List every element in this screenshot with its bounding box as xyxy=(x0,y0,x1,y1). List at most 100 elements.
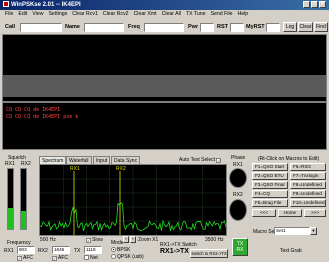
display-tabs: Spectrum Waterfall Input Data Sync xyxy=(39,156,179,164)
bpsk-radio[interactable] xyxy=(111,247,116,252)
squelch-rx2-label: RX2 xyxy=(21,161,31,167)
macro-f8-button[interactable]: F8=Undefined xyxy=(290,181,326,189)
zoom-up-button[interactable]: › xyxy=(130,236,136,243)
freq-low-label: 500 Hz xyxy=(40,237,56,243)
macro-f6-button[interactable]: F6=RSG xyxy=(290,163,326,171)
menu-help[interactable]: Help xyxy=(237,10,248,19)
macro-set-select[interactable]: Set1 xyxy=(274,227,310,235)
auto-text-select[interactable]: Auto Text Select ✓ xyxy=(179,157,222,163)
tab-spectrum[interactable]: Spectrum xyxy=(39,156,67,164)
log-button[interactable]: Log xyxy=(283,22,297,32)
tab-data-sync[interactable]: Data Sync xyxy=(111,156,141,164)
macro-home-button[interactable]: Home xyxy=(278,209,302,217)
receive-text-pane[interactable] xyxy=(2,34,327,102)
qpsk-radio[interactable] xyxy=(111,254,116,259)
menu-edit[interactable]: Edit xyxy=(18,10,27,19)
bpsk-label: BPSK xyxy=(117,247,131,253)
macro-f1-button[interactable]: F1=QSO Start xyxy=(252,163,288,171)
freq-high-label: 3500 Hz xyxy=(205,237,224,243)
squelch-rx2-meter[interactable] xyxy=(20,168,27,230)
minimize-icon[interactable]: _ xyxy=(303,1,310,8)
myrst-field[interactable] xyxy=(266,23,280,32)
net-label: Net xyxy=(90,255,98,261)
find-button[interactable]: Find xyxy=(314,22,328,32)
net-checkbox[interactable] xyxy=(84,255,89,260)
switch-rx2-button[interactable]: Switch to RX2->TX xyxy=(190,249,228,258)
app-icon xyxy=(3,1,9,7)
auto-text-select-label: Auto Text Select xyxy=(179,157,216,163)
afc1-label: AFC xyxy=(23,255,33,261)
spectrum-plot: RX1 RX2 xyxy=(39,165,227,235)
phase-label: Phase xyxy=(231,155,246,161)
slow-option[interactable]: ✓ Slow xyxy=(86,237,103,243)
window-controls: _ □ × xyxy=(303,1,327,9)
macro-f9-button[interactable]: F9=Undefined xyxy=(290,190,326,198)
name-field[interactable] xyxy=(84,23,124,32)
menu-view[interactable]: View xyxy=(32,10,43,19)
afc1-option[interactable]: ✓ AFC xyxy=(17,255,33,261)
net-option[interactable]: Net xyxy=(84,255,98,261)
name-label: Name xyxy=(65,24,80,30)
slow-checkbox[interactable]: ✓ xyxy=(86,238,91,243)
menu-send-file[interactable]: Send File xyxy=(211,10,233,19)
freq-field[interactable] xyxy=(144,23,184,32)
pwr-field[interactable] xyxy=(200,23,214,32)
menu-clear-xmt[interactable]: Clear Xmt xyxy=(134,10,157,19)
tab-waterfall[interactable]: Waterfall xyxy=(66,156,92,164)
text-grab-label: Text Grab xyxy=(280,248,302,254)
macro-prev-button[interactable]: <<< xyxy=(252,209,276,217)
slow-label: Slow xyxy=(92,237,103,243)
close-icon[interactable]: × xyxy=(319,1,326,8)
menu-clear-rcv2[interactable]: Clear Rcv2 xyxy=(103,10,129,19)
macro-f2-button[interactable]: F2=QSO BTU xyxy=(252,172,288,180)
transmit-text-pane[interactable]: CQ CQ CQ de IK4EPI CQ CQ CQ de IK4EPI ps… xyxy=(2,102,327,150)
phase-rx2-label: RX2 xyxy=(233,192,243,198)
squelch-rx1-label: RX1 xyxy=(5,161,15,167)
macro-next-button[interactable]: >>> xyxy=(304,209,326,217)
freq-rx1-field[interactable]: 903 xyxy=(17,246,35,254)
afc2-option[interactable]: ✓ AFC xyxy=(52,255,68,261)
tx-text-line: CQ CQ CQ de IK4EPI pse k xyxy=(6,114,79,120)
switch-value: RX1->TX xyxy=(160,248,189,255)
menu-file[interactable]: File xyxy=(5,10,13,19)
window-title: WinPSKse 2.01 -- IK4EPI xyxy=(11,2,81,8)
call-field[interactable] xyxy=(20,23,62,32)
afc1-checkbox[interactable]: ✓ xyxy=(17,256,22,261)
macro-f5-button[interactable]: F5=Brag File xyxy=(252,199,288,207)
macro-f3-button[interactable]: F3=QSO Final xyxy=(252,181,288,189)
clear-button[interactable]: Clear xyxy=(298,22,313,32)
rx1-marker-label: RX1 xyxy=(70,166,80,172)
menu-clear-rcv1[interactable]: Clear Rcv1 xyxy=(72,10,98,19)
rst-field[interactable] xyxy=(230,23,244,32)
freq-rx2-label: RX2 xyxy=(38,248,48,254)
mode-bpsk-option[interactable]: BPSK xyxy=(111,247,130,253)
tx-rx-button[interactable]: TX RX xyxy=(232,238,248,256)
macro-f7-button[interactable]: F7=Tnxlogin xyxy=(290,172,326,180)
macro-f4-button[interactable]: F4=CQ xyxy=(252,190,288,198)
rx2-marker-label: RX2 xyxy=(116,166,126,172)
tab-input[interactable]: Input xyxy=(93,156,111,164)
title-bar: WinPSKse 2.01 -- IK4EPI _ □ × xyxy=(0,0,329,10)
afc2-label: AFC xyxy=(58,255,68,261)
macro-f10-button[interactable]: F10=Undefined xyxy=(290,199,326,207)
log-entry-bar: Call Name Freq Pwr RST MyRST Log Clear F… xyxy=(0,20,329,34)
freq-rx2-field[interactable]: 1645 xyxy=(52,246,70,254)
rst-label: RST xyxy=(217,24,228,30)
maximize-icon[interactable]: □ xyxy=(311,1,318,8)
afc2-checkbox[interactable]: ✓ xyxy=(52,256,57,261)
macro-set-label: Macro Set xyxy=(253,229,276,235)
zoom-label: Zoom X1 xyxy=(138,237,159,243)
squelch-rx1-meter[interactable] xyxy=(7,168,14,230)
tx-text-line: CQ CQ CQ de IK4EPI xyxy=(6,107,61,113)
squelch-rx2-level xyxy=(21,211,26,229)
chevron-down-icon[interactable]: ▼ xyxy=(310,227,317,235)
freq-tx-field[interactable]: 1118 xyxy=(84,246,102,254)
menu-clear-all[interactable]: Clear All xyxy=(162,10,181,19)
mode-qpsk-option[interactable]: QPSK (usb) xyxy=(111,254,144,260)
auto-text-select-checkbox[interactable]: ✓ xyxy=(216,158,222,163)
spectrum-display[interactable]: RX1 RX2 xyxy=(39,164,227,236)
call-label: Call xyxy=(5,24,16,30)
menu-tx-tune[interactable]: TX Tune xyxy=(186,10,206,19)
menu-settings[interactable]: Settings xyxy=(48,10,67,19)
receive-divider-band xyxy=(3,75,326,97)
